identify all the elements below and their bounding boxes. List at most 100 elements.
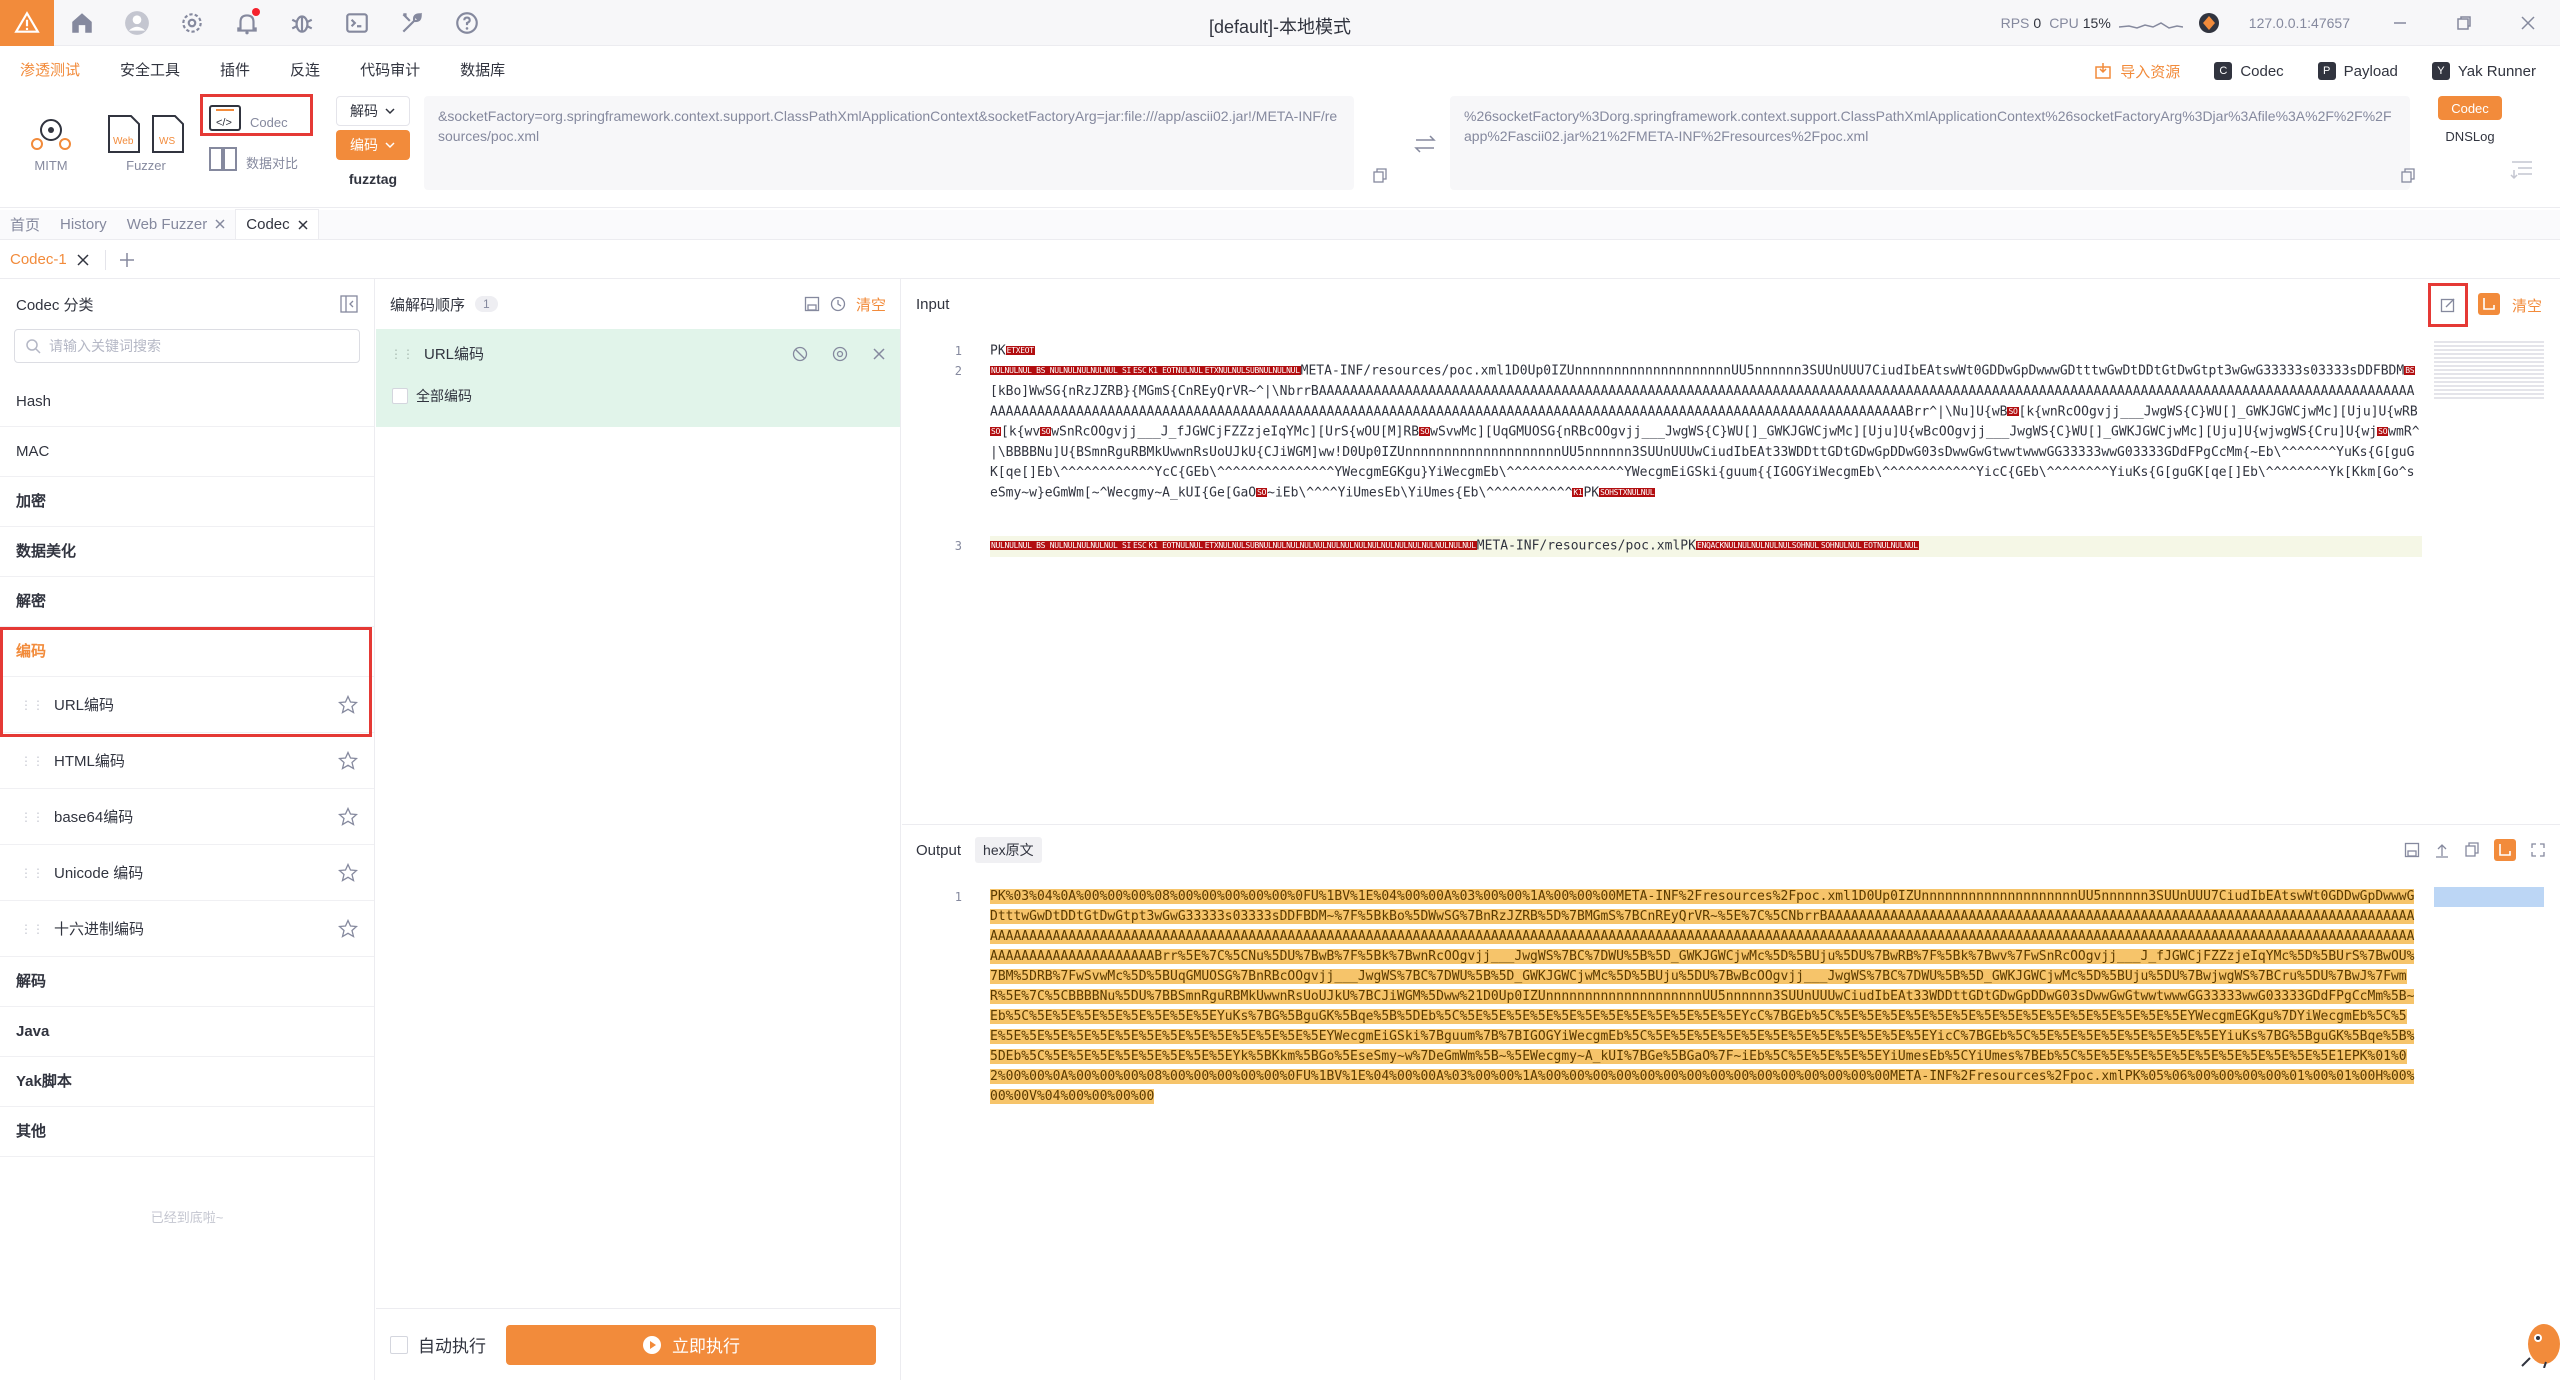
settings-button[interactable] bbox=[164, 0, 219, 46]
input-code-line: NULNULNUL BS NULNULNULNULNUL SI ESC K1 EOT… bbox=[990, 361, 2422, 503]
side-codec-button[interactable]: Codec bbox=[2438, 96, 2502, 120]
codec-item-base64[interactable]: ⋮⋮ base64编码 bbox=[0, 789, 374, 845]
order-item-title: URL编码 bbox=[424, 346, 485, 363]
output-minimap[interactable] bbox=[2434, 887, 2544, 907]
star-icon[interactable] bbox=[338, 862, 358, 883]
import-resource-button[interactable]: 导入资源 bbox=[2082, 56, 2192, 86]
category-decrypt[interactable]: 解密 bbox=[0, 577, 374, 627]
category-hash[interactable]: Hash bbox=[0, 377, 374, 427]
category-encrypt[interactable]: 加密 bbox=[0, 477, 374, 527]
upload-icon[interactable] bbox=[2434, 842, 2450, 858]
codec-item-hex[interactable]: ⋮⋮ 十六进制编码 bbox=[0, 901, 374, 957]
collapse-icon[interactable] bbox=[2510, 160, 2534, 180]
fullscreen-icon[interactable] bbox=[2530, 842, 2546, 858]
star-icon[interactable] bbox=[338, 806, 358, 827]
auto-run-checkbox[interactable] bbox=[390, 1335, 408, 1354]
control-char: SO bbox=[2007, 406, 2019, 416]
codec-shortcut-button[interactable]: C Codec bbox=[2202, 56, 2295, 86]
history-icon[interactable] bbox=[830, 296, 846, 312]
edit-icon[interactable] bbox=[2440, 297, 2456, 313]
category-other[interactable]: 其他 bbox=[0, 1107, 374, 1157]
codec-shortcut-label: Codec bbox=[2240, 62, 2284, 80]
drag-handle-icon[interactable]: ⋮⋮ bbox=[20, 866, 44, 880]
user-avatar-button[interactable] bbox=[109, 0, 164, 46]
app-logo[interactable] bbox=[0, 0, 54, 46]
drag-handle-icon[interactable]: ⋮⋮ bbox=[20, 754, 44, 768]
tab-codec[interactable]: Codec bbox=[235, 209, 319, 239]
toolbar-input-box[interactable]: &socketFactory=org.springframework.conte… bbox=[424, 96, 1354, 190]
terminal-button[interactable] bbox=[329, 0, 384, 46]
clear-order-button[interactable]: 清空 bbox=[856, 294, 886, 315]
encode-all-checkbox[interactable] bbox=[392, 388, 408, 404]
toolbar-output-box[interactable]: %26socketFactory%3Dorg.springframework.c… bbox=[1450, 96, 2410, 190]
close-icon[interactable] bbox=[215, 219, 225, 229]
auto-run-toggle[interactable]: 自动执行 bbox=[390, 1332, 486, 1357]
home-button[interactable] bbox=[54, 0, 109, 46]
encode-all-option[interactable]: 全部编码 bbox=[390, 386, 886, 406]
decode-button[interactable]: 解码 bbox=[336, 96, 410, 126]
save-icon[interactable] bbox=[2404, 842, 2420, 858]
drag-handle-icon[interactable]: ⋮⋮ bbox=[20, 810, 44, 824]
copy-icon[interactable] bbox=[2464, 842, 2480, 858]
control-char: SOHNULNUL bbox=[1819, 541, 1863, 550]
notification-button[interactable] bbox=[219, 0, 274, 46]
collapse-sidebar-icon[interactable] bbox=[340, 295, 358, 313]
restore-button[interactable] bbox=[2432, 0, 2496, 46]
add-tab-icon[interactable] bbox=[118, 251, 136, 269]
output-wrap-button[interactable] bbox=[2494, 839, 2516, 861]
help-button[interactable] bbox=[439, 0, 494, 46]
payload-button[interactable]: P Payload bbox=[2306, 56, 2410, 86]
search-placeholder: 请输入关键词搜索 bbox=[49, 338, 161, 354]
fuzzer-tool[interactable]: Web WS Fuzzer bbox=[96, 110, 196, 173]
minimize-button[interactable] bbox=[2368, 0, 2432, 46]
item-settings-icon[interactable] bbox=[832, 346, 848, 362]
category-java[interactable]: Java bbox=[0, 1007, 374, 1057]
codec-item-unicode[interactable]: ⋮⋮ Unicode 编码 bbox=[0, 845, 374, 901]
side-dnslog-button[interactable]: DNSLog bbox=[2438, 124, 2502, 148]
menu-code-audit[interactable]: 代码审计 bbox=[340, 46, 440, 96]
menu-database[interactable]: 数据库 bbox=[440, 46, 525, 96]
menu-pentest[interactable]: 渗透测试 bbox=[0, 46, 100, 96]
menu-reverse[interactable]: 反连 bbox=[270, 46, 340, 96]
close-icon[interactable] bbox=[298, 219, 308, 230]
notification-dot bbox=[252, 7, 260, 16]
star-icon[interactable] bbox=[338, 750, 358, 771]
warning-logo-icon bbox=[14, 10, 40, 33]
category-yak-script[interactable]: Yak脚本 bbox=[0, 1057, 374, 1107]
category-decode[interactable]: 解码 bbox=[0, 957, 374, 1007]
mitm-tool[interactable]: MITM bbox=[24, 110, 78, 173]
remove-icon[interactable] bbox=[872, 347, 886, 361]
run-now-button[interactable]: 立即执行 bbox=[506, 1324, 876, 1365]
input-wrap-button[interactable] bbox=[2478, 293, 2500, 315]
close-icon[interactable] bbox=[77, 253, 89, 266]
tab-web-fuzzer[interactable]: Web Fuzzer bbox=[117, 209, 236, 239]
debug-button[interactable] bbox=[274, 0, 329, 46]
fuzztag-button[interactable]: fuzztag bbox=[336, 164, 410, 194]
menu-plugins[interactable]: 插件 bbox=[200, 46, 270, 96]
order-title: 编解码顺序 bbox=[390, 296, 466, 314]
swap-arrow-icon[interactable] bbox=[1414, 134, 1436, 154]
codec-item-html[interactable]: ⋮⋮ HTML编码 bbox=[0, 733, 374, 789]
tab-home[interactable]: 首页 bbox=[0, 209, 50, 239]
hex-tab[interactable]: hex原文 bbox=[975, 837, 1042, 863]
tools-button[interactable] bbox=[384, 0, 439, 46]
drag-handle-icon[interactable]: ⋮⋮ bbox=[390, 347, 414, 361]
encode-button[interactable]: 编码 bbox=[336, 130, 410, 160]
input-minimap[interactable] bbox=[2434, 341, 2544, 401]
disable-icon[interactable] bbox=[792, 346, 808, 362]
category-search[interactable]: 请输入关键词搜索 bbox=[14, 329, 360, 363]
menu-security-tools[interactable]: 安全工具 bbox=[100, 46, 200, 96]
compare-tool[interactable]: 数据对比 bbox=[208, 146, 298, 172]
subtab-codec-1[interactable]: Codec-1 bbox=[0, 241, 99, 279]
star-icon[interactable] bbox=[338, 918, 358, 939]
mascot-icon[interactable] bbox=[2516, 1312, 2560, 1368]
drag-handle-icon[interactable]: ⋮⋮ bbox=[20, 922, 44, 936]
clear-input-button[interactable]: 清空 bbox=[2512, 295, 2542, 316]
category-beautify[interactable]: 数据美化 bbox=[0, 527, 374, 577]
tab-history[interactable]: History bbox=[50, 209, 117, 239]
save-icon[interactable] bbox=[804, 296, 820, 312]
close-window-button[interactable] bbox=[2496, 0, 2560, 46]
codec-tool[interactable]: </> Codec bbox=[208, 104, 288, 132]
yak-runner-button[interactable]: Y Yak Runner bbox=[2420, 56, 2548, 86]
category-mac[interactable]: MAC bbox=[0, 427, 374, 477]
